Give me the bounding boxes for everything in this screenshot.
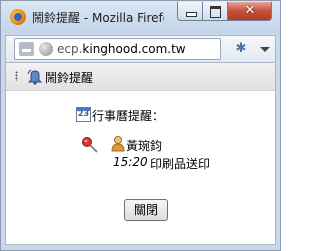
addon-puzzle-icon[interactable]: ✱ (233, 41, 249, 57)
close-window-button[interactable]: ✕ (228, 2, 272, 21)
window-controls: ✕ (177, 2, 272, 21)
maximize-icon (210, 6, 221, 18)
person-icon (111, 136, 125, 152)
chevron-down-icon[interactable] (260, 47, 270, 52)
navigation-bar: ecp.kinghood.com.tw ✱ (5, 35, 276, 63)
close-icon: ✕ (244, 3, 256, 18)
url-bar[interactable]: ecp.kinghood.com.tw (14, 38, 221, 60)
calendar-icon-date: 23 (77, 109, 90, 118)
pushpin-icon (82, 137, 98, 153)
site-identity-icon[interactable] (19, 42, 34, 56)
header-title: 鬧鈴提醒 (45, 71, 94, 85)
title-bar[interactable]: 鬧鈴提醒 - Mozilla Firefox ✕ (1, 1, 280, 33)
minimize-button[interactable] (177, 2, 203, 21)
section-title: 行事曆提醒： (92, 109, 165, 123)
maximize-button[interactable] (203, 2, 228, 21)
grip-icon (15, 71, 18, 81)
window-title: 鬧鈴提醒 - Mozilla Firefox (32, 11, 164, 25)
url-prefix: ecp. (57, 42, 83, 56)
event-title: 印刷品送印 (150, 157, 211, 171)
event-time: 15:20 (113, 155, 148, 169)
url-text[interactable]: ecp.kinghood.com.tw (57, 42, 219, 56)
bell-icon (27, 69, 43, 85)
globe-icon (39, 42, 53, 56)
header-strip: 鬧鈴提醒 (6, 63, 275, 91)
minimize-icon (186, 12, 197, 17)
firefox-logo-icon (10, 9, 26, 25)
browser-window: 鬧鈴提醒 - Mozilla Firefox ✕ ecp.kinghood.co… (0, 0, 281, 251)
person-name: 黃琬鈞 (126, 139, 163, 153)
close-button[interactable]: 關閉 (124, 199, 168, 221)
url-domain: kinghood.com.tw (82, 42, 186, 56)
page-content: 鬧鈴提醒 23 行事曆提醒： 黃琬鈞 15:20 印刷品送印 關閉 (5, 63, 276, 245)
calendar-icon: 23 (76, 107, 91, 122)
